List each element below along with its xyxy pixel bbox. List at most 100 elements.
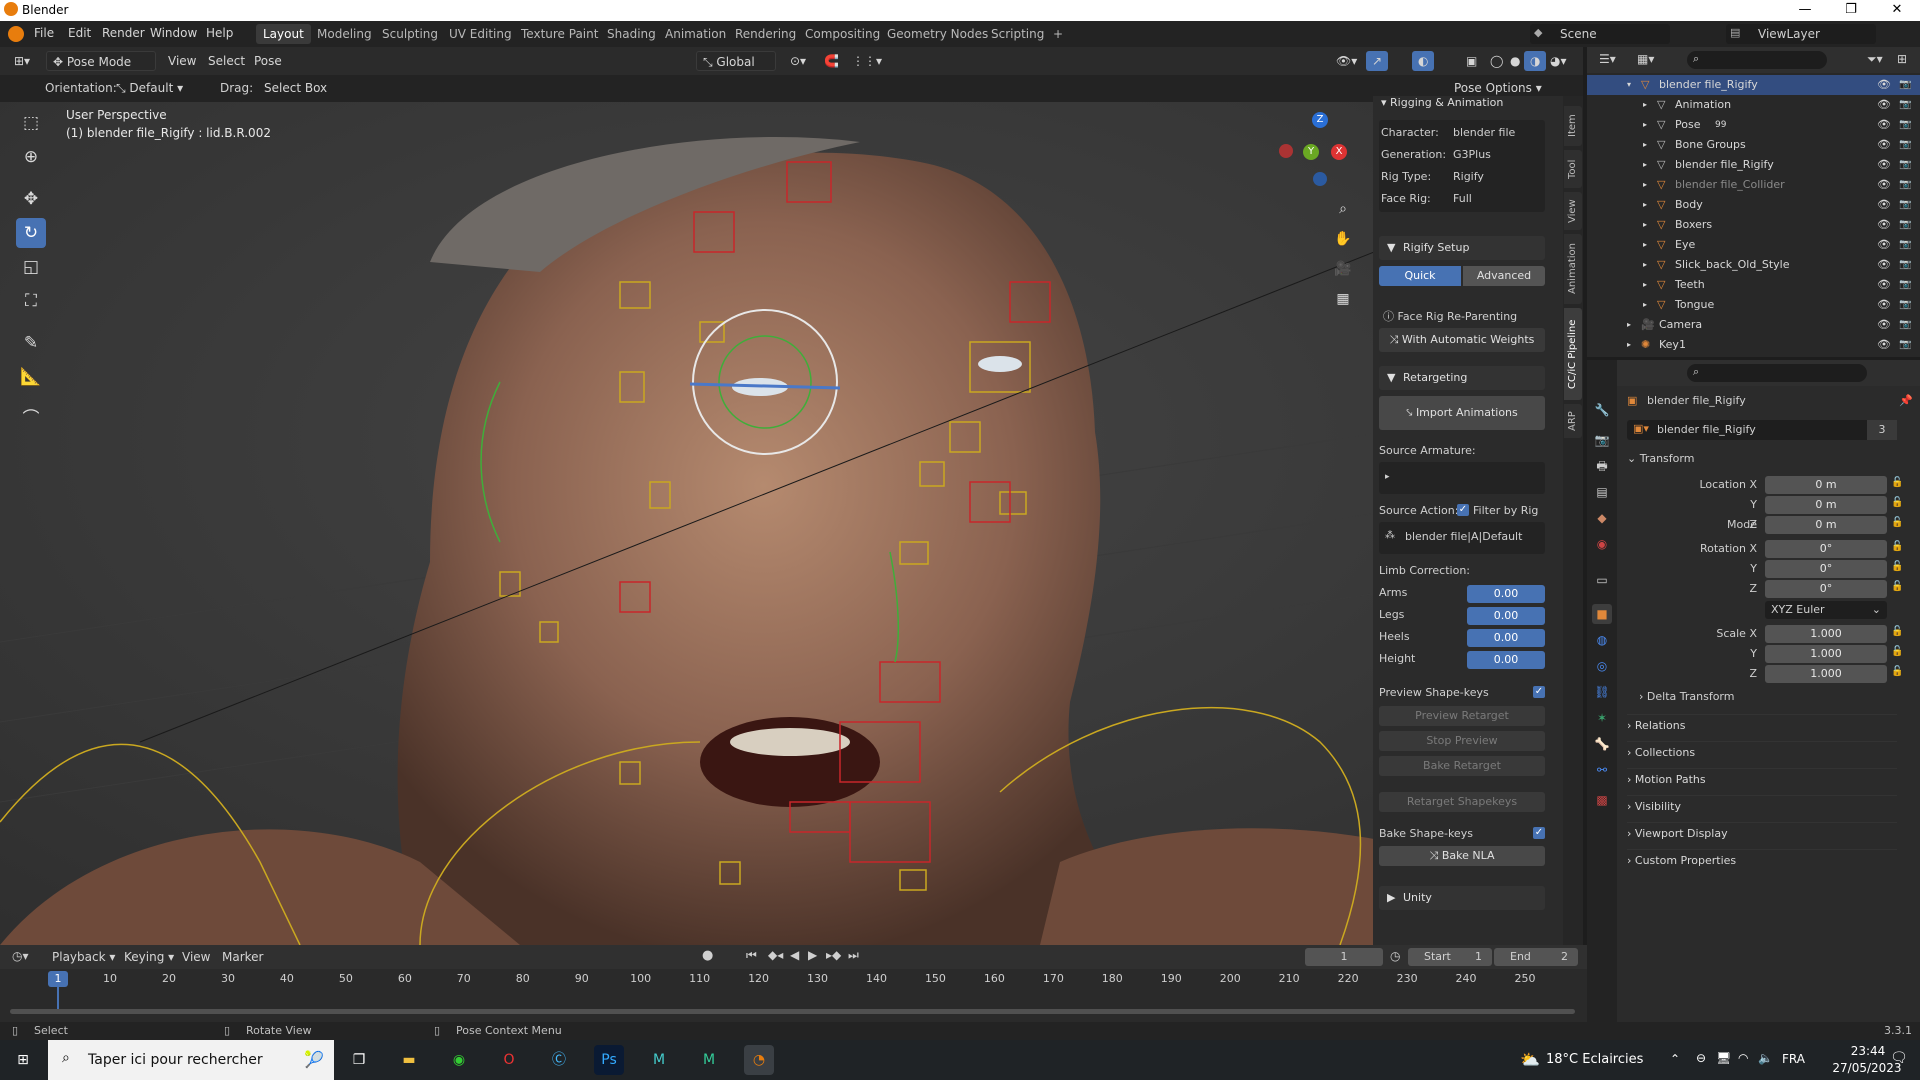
visibility-eye-icon[interactable]: 👁 bbox=[1877, 115, 1891, 135]
tab-compositing[interactable]: Compositing bbox=[798, 24, 887, 44]
tab-shading[interactable]: Shading bbox=[600, 24, 663, 44]
outliner-row[interactable]: ▸ ▽ Tongue 👁 📷 bbox=[1587, 295, 1920, 315]
menu-help[interactable]: Help bbox=[206, 26, 233, 40]
source-action-field[interactable]: ⁂ blender file|A|Default bbox=[1379, 522, 1545, 554]
pan-hand-icon[interactable]: ✋ bbox=[1332, 224, 1354, 254]
language-indicator[interactable]: FRA bbox=[1782, 1052, 1805, 1066]
rigify-setup-header[interactable]: ▼ Rigify Setup bbox=[1379, 236, 1545, 260]
network-icon[interactable]: 🖥 bbox=[1716, 1051, 1731, 1065]
location-field[interactable]: 0 m bbox=[1765, 516, 1887, 534]
orientation-dropdown[interactable]: ⤡ Default ▾ bbox=[110, 78, 206, 98]
scale-tool-icon[interactable]: ◱ bbox=[16, 252, 46, 282]
rotation-field[interactable]: 0° bbox=[1765, 580, 1887, 598]
render-camera-icon[interactable]: 📷 bbox=[1899, 95, 1911, 115]
menu-file[interactable]: File bbox=[34, 26, 54, 40]
view-layer-tab-icon[interactable]: ▤ bbox=[1592, 482, 1612, 502]
heels-field[interactable]: 0.00 bbox=[1467, 629, 1545, 647]
outliner-row[interactable]: ▸ ▽ Eye 👁 📷 bbox=[1587, 235, 1920, 255]
xray-icon[interactable]: ▣ bbox=[1460, 51, 1483, 71]
arms-field[interactable]: 0.00 bbox=[1467, 585, 1545, 603]
gizmo-x-axis[interactable]: X bbox=[1331, 144, 1347, 160]
visibility-eye-icon[interactable]: 👁 bbox=[1877, 235, 1891, 255]
view-menu[interactable]: View bbox=[162, 51, 202, 71]
outliner-row[interactable]: ▸ 🎥 Camera 👁 📷 bbox=[1587, 315, 1920, 335]
visibility-eye-icon[interactable]: 👁 bbox=[1877, 95, 1891, 115]
next-keyframe-icon[interactable]: ▸◆ bbox=[826, 948, 841, 962]
outliner-row[interactable]: ▾ ▽ blender file_Rigify 👁 📷 bbox=[1587, 75, 1920, 95]
visibility-eye-icon[interactable]: 👁 bbox=[1877, 175, 1891, 195]
gizmo-neg-z-axis[interactable] bbox=[1313, 172, 1327, 186]
taskbar-search-box[interactable]: ⌕ Taper ici pour rechercher 🎾 bbox=[48, 1040, 334, 1080]
chrome-icon[interactable]: ◉ bbox=[444, 1045, 474, 1075]
source-armature-field[interactable]: ▸ bbox=[1379, 462, 1545, 494]
menu-window[interactable]: Window bbox=[150, 26, 197, 40]
visibility-icon[interactable]: 👁▾ bbox=[1330, 51, 1363, 71]
shading-rendered-icon[interactable]: ◕▾ bbox=[1544, 51, 1573, 71]
expand-right-icon[interactable]: ▸ bbox=[1643, 295, 1647, 315]
tab-tool[interactable]: Tool bbox=[1564, 150, 1582, 188]
visibility-eye-icon[interactable]: 👁 bbox=[1877, 75, 1891, 95]
rigging-section-header[interactable]: ▾ Rigging & Animation bbox=[1381, 96, 1503, 109]
weather-text[interactable]: 18°C Eclaircies bbox=[1546, 1052, 1643, 1067]
restore-button[interactable]: ❐ bbox=[1828, 0, 1874, 21]
notification-icon[interactable]: 🗨 bbox=[1890, 1050, 1908, 1066]
mode-dropdown[interactable]: ✥ Pose Mode bbox=[46, 51, 156, 71]
expand-right-icon[interactable]: ▸ bbox=[1643, 255, 1647, 275]
expand-right-icon[interactable]: ▸ bbox=[1643, 155, 1647, 175]
outliner-row[interactable]: ▸ ▽ blender file_Collider 👁 📷 bbox=[1587, 175, 1920, 195]
clock-time[interactable]: 23:44 bbox=[1838, 1044, 1898, 1058]
pose-menu[interactable]: Pose bbox=[248, 51, 288, 71]
play-reverse-icon[interactable]: ◀ bbox=[790, 948, 799, 962]
render-camera-icon[interactable]: 📷 bbox=[1899, 295, 1911, 315]
legs-field[interactable]: 0.00 bbox=[1467, 607, 1545, 625]
tab-item[interactable]: Item bbox=[1564, 106, 1582, 146]
lock-icon[interactable]: 🔓 bbox=[1891, 541, 1903, 552]
select-menu[interactable]: Select bbox=[202, 51, 251, 71]
rotate-tool-icon[interactable]: ↻ bbox=[16, 218, 46, 248]
texture-tab-icon[interactable]: ▩ bbox=[1592, 790, 1612, 810]
tab-rendering[interactable]: Rendering bbox=[728, 24, 803, 44]
filter-icon[interactable]: ⏷▾ bbox=[1867, 52, 1883, 67]
render-camera-icon[interactable]: 📷 bbox=[1899, 75, 1911, 95]
tray-chevron-icon[interactable]: ⌃ bbox=[1670, 1052, 1680, 1066]
world-tab-icon[interactable]: ◉ bbox=[1592, 534, 1612, 554]
expand-right-icon[interactable]: ▸ bbox=[1643, 95, 1647, 115]
scale-field[interactable]: 1.000 bbox=[1765, 665, 1887, 683]
lock-icon[interactable]: 🔓 bbox=[1891, 497, 1903, 508]
lock-icon[interactable]: 🔓 bbox=[1891, 666, 1903, 677]
properties-section-header[interactable]: › Viewport Display bbox=[1627, 822, 1897, 844]
add-workspace-button[interactable]: + bbox=[1046, 24, 1070, 44]
volume-icon[interactable]: 🔈 bbox=[1758, 1051, 1773, 1065]
move-tool-icon[interactable]: ✥ bbox=[16, 184, 46, 214]
bone-tab-icon[interactable]: 🦴 bbox=[1592, 734, 1612, 754]
expand-right-icon[interactable]: ▸ bbox=[1627, 315, 1631, 335]
drag-dropdown[interactable]: Select Box ▾ bbox=[258, 78, 334, 115]
render-camera-icon[interactable]: 📷 bbox=[1899, 215, 1911, 235]
properties-section-header[interactable]: › Custom Properties bbox=[1627, 849, 1897, 871]
ortho-grid-icon[interactable]: ▦ bbox=[1332, 284, 1354, 314]
render-camera-icon[interactable]: 📷 bbox=[1899, 195, 1911, 215]
c-app-icon[interactable]: Ⓒ bbox=[544, 1045, 574, 1075]
render-camera-icon[interactable]: 📷 bbox=[1899, 135, 1911, 155]
data-tab-icon[interactable]: ✶ bbox=[1592, 708, 1612, 728]
visibility-eye-icon[interactable]: 👁 bbox=[1877, 135, 1891, 155]
delta-transform-header[interactable]: › Delta Transform bbox=[1639, 686, 1897, 708]
render-tab-icon[interactable]: 📷 bbox=[1592, 430, 1612, 450]
gizmo-neg-x-axis[interactable] bbox=[1279, 144, 1293, 158]
filter-by-rig-checkbox[interactable]: ✓ bbox=[1457, 504, 1469, 516]
retarget-shapekeys-button[interactable]: Retarget Shapekeys bbox=[1379, 792, 1545, 812]
snap-icon[interactable]: 🧲 bbox=[818, 51, 845, 71]
tab-texture-paint[interactable]: Texture Paint bbox=[514, 24, 605, 44]
jump-end-icon[interactable]: ⏭ bbox=[848, 948, 859, 963]
height-field[interactable]: 0.00 bbox=[1467, 651, 1545, 669]
record-icon[interactable]: ● bbox=[702, 948, 713, 963]
opera-icon[interactable]: O bbox=[494, 1045, 524, 1075]
playback-menu[interactable]: Playback ▾ bbox=[46, 947, 121, 967]
preview-retarget-button[interactable]: Preview Retarget bbox=[1379, 706, 1545, 726]
m-app-icon-2[interactable]: M bbox=[694, 1045, 724, 1075]
expand-right-icon[interactable]: ▸ bbox=[1643, 175, 1647, 195]
visibility-eye-icon[interactable]: 👁 bbox=[1877, 195, 1891, 215]
scale-field[interactable]: 1.000 bbox=[1765, 625, 1887, 643]
stop-preview-button[interactable]: Stop Preview bbox=[1379, 731, 1545, 751]
render-camera-icon[interactable]: 📷 bbox=[1899, 155, 1911, 175]
